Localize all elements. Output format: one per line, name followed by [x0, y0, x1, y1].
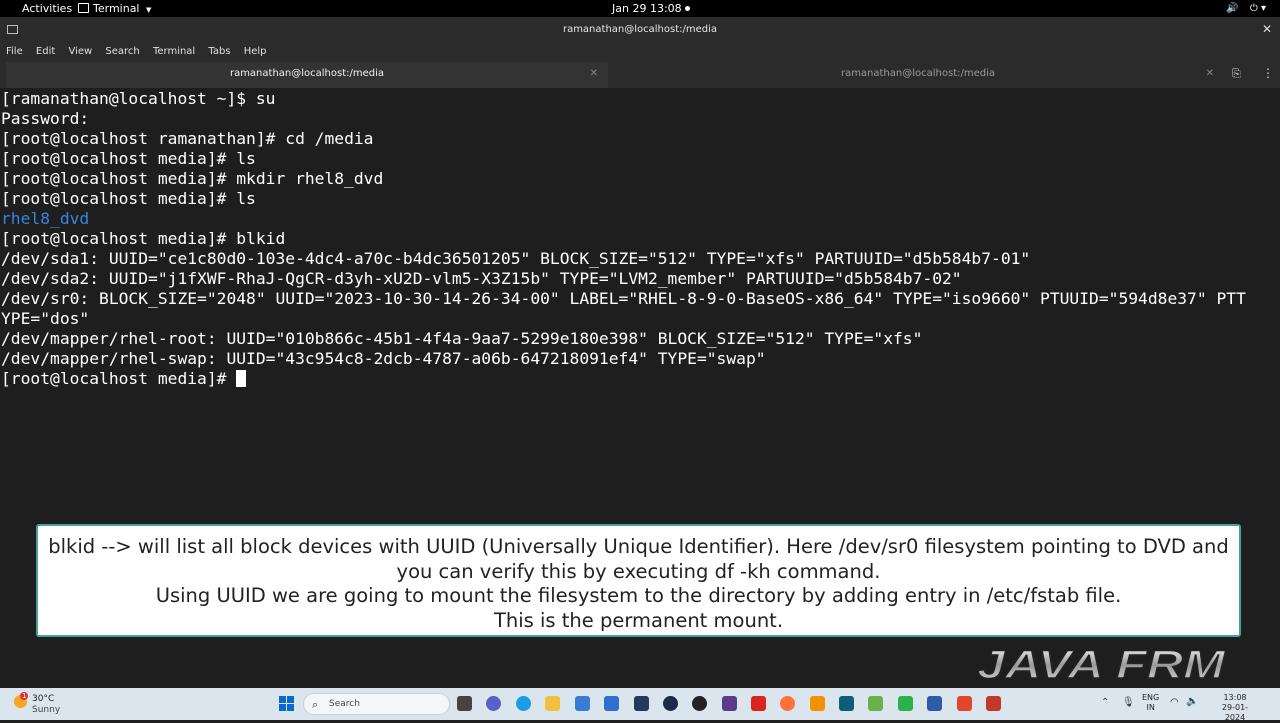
- clock-label: Jan 29 13:08: [612, 2, 682, 15]
- caption-line: you can verify this by executing df -kh …: [396, 559, 881, 583]
- notepad-plus-icon[interactable]: [868, 696, 883, 711]
- volume-icon[interactable]: 🔈: [1186, 696, 1198, 707]
- terminal-line: /dev/sda1: UUID="ce1c80d0-103e-4dc4-a70c…: [1, 249, 1031, 268]
- caption-box: blkid --> will list all block devices wi…: [36, 524, 1241, 637]
- lang-top: ENG: [1142, 693, 1160, 702]
- chevron-up-icon[interactable]: ⌃: [1101, 697, 1109, 708]
- weather-temp: 30°C: [32, 694, 55, 704]
- language-indicator[interactable]: ENG IN: [1142, 693, 1159, 713]
- chevron-down-icon: ▼: [146, 6, 152, 14]
- taskbar-search[interactable]: ⌕ Search: [303, 693, 450, 715]
- new-tab-icon[interactable]: ⎘: [1232, 67, 1248, 81]
- terminal-icon: [78, 3, 89, 13]
- search-placeholder: Search: [329, 699, 360, 709]
- windows-start-icon[interactable]: [279, 696, 295, 712]
- acrobat-icon[interactable]: [751, 696, 766, 711]
- tab-inactive[interactable]: ramanathan@localhost:/media ✕: [612, 62, 1224, 88]
- terminal-cursor: [236, 370, 247, 387]
- tab-active[interactable]: ramanathan@localhost:/media ✕: [6, 62, 608, 90]
- app-icon-teal[interactable]: [839, 696, 854, 711]
- taskbar-clock[interactable]: 13:08 29-01-2024: [1212, 693, 1258, 723]
- terminal-line: [root@localhost media]# mkdir rhel8_dvd: [1, 169, 384, 188]
- taskbar-time: 13:08: [1223, 693, 1247, 702]
- terminal-line: [root@localhost media]# ls: [1, 149, 256, 168]
- wifi-icon[interactable]: ◠: [1170, 697, 1179, 708]
- weather-desc: Sunny: [32, 705, 61, 715]
- close-icon[interactable]: ✕: [1262, 22, 1272, 36]
- app-icon-red[interactable]: [957, 696, 972, 711]
- tab-label: ramanathan@localhost:/media: [840, 68, 996, 79]
- menu-edit[interactable]: Edit: [36, 44, 55, 60]
- gnome-top-bar: Activities Terminal ▼ Jan 29 13:08 🔊 ⏻ ▾: [0, 0, 1280, 17]
- recorder-icon[interactable]: [986, 696, 1001, 711]
- terminal-prompt: [root@localhost media]#: [1, 369, 237, 388]
- terminal-prompt-line: [root@localhost media]#: [1, 369, 1279, 389]
- caption-line: This is the permanent mount.: [493, 608, 784, 632]
- watermark-text: JAVA FRM: [977, 645, 1227, 685]
- watermark-logo: JAVA FRM: [976, 645, 1227, 685]
- activities-button[interactable]: Activities: [22, 0, 72, 17]
- vlc-icon[interactable]: [810, 696, 825, 711]
- app-icon-green[interactable]: [898, 696, 913, 711]
- search-icon: ⌕: [312, 698, 319, 711]
- terminal-line: [root@localhost media]# ls: [1, 189, 256, 208]
- menu-view[interactable]: View: [68, 44, 92, 60]
- microphone-icon[interactable]: 🎙: [1122, 697, 1135, 708]
- terminal-output: [ramanathan@localhost ~]$ su Password: […: [1, 89, 1279, 389]
- terminal-line: /dev/sda2: UUID="j1fXWF-RhaJ-QgCR-d3yh-x…: [1, 269, 962, 288]
- window-header: ramanathan@localhost:/media ✕: [0, 17, 1280, 44]
- tab-bar: ramanathan@localhost:/media ✕ ramanathan…: [0, 62, 1280, 90]
- firefox-icon[interactable]: [780, 696, 795, 711]
- menu-search[interactable]: Search: [105, 44, 139, 60]
- terminal-line: [root@localhost media]# blkid: [1, 229, 286, 248]
- tab-close-icon[interactable]: ✕: [590, 62, 598, 86]
- app-menu[interactable]: Terminal ▼: [78, 0, 151, 17]
- notification-dot-icon: [684, 6, 690, 11]
- caption-line: blkid --> will list all block devices wi…: [48, 535, 1229, 558]
- terminal-line: [root@localhost ramanathan]# cd /media: [1, 129, 374, 148]
- system-tray[interactable]: 🔊 ⏻ ▾: [1218, 0, 1266, 17]
- lang-bottom: IN: [1146, 703, 1155, 712]
- mail-icon[interactable]: [604, 696, 619, 711]
- taskbar: 1 30°C Sunny ⌕ Search ⌃ 🎙 ENG IN ◠ 🔈 13:…: [0, 688, 1280, 723]
- taskbar-date: 29-01-2024: [1221, 703, 1249, 722]
- app-icon-navy[interactable]: [663, 696, 678, 711]
- terminal-line: YPE="dos": [1, 309, 90, 328]
- file-explorer-icon[interactable]: [545, 696, 560, 711]
- terminal-line: /dev/mapper/rhel-root: UUID="010b866c-45…: [1, 329, 923, 348]
- terminal-line: /dev/sr0: BLOCK_SIZE="2048" UUID="2023-1…: [1, 289, 1246, 308]
- tab-close-icon[interactable]: ✕: [1206, 62, 1214, 86]
- edge-icon[interactable]: [516, 696, 531, 711]
- terminal-line: /dev/mapper/rhel-swap: UUID="43c954c8-2d…: [1, 349, 766, 368]
- app-icon-dark[interactable]: [634, 696, 649, 711]
- menu-bar: File Edit View Search Terminal Tabs Help: [0, 44, 1280, 62]
- volume-icon[interactable]: 🔊: [1226, 3, 1238, 14]
- caption-line: Using UUID we are going to mount the fil…: [155, 584, 1122, 607]
- app-icon-black[interactable]: [692, 696, 707, 711]
- clock[interactable]: Jan 29 13:08: [612, 0, 690, 17]
- menu-file[interactable]: File: [6, 44, 23, 60]
- task-view-icon[interactable]: [457, 696, 472, 711]
- weather-badge: 1: [20, 692, 29, 700]
- window-title: ramanathan@localhost:/media: [562, 24, 718, 35]
- overflow-menu-icon[interactable]: ⋮: [1262, 66, 1274, 80]
- terminal-line: [ramanathan@localhost ~]$ su: [1, 89, 276, 108]
- power-icon[interactable]: ⏻ ▾: [1250, 3, 1266, 14]
- terminal-line: Password:: [1, 109, 90, 128]
- chat-icon[interactable]: [486, 696, 501, 711]
- app-icon-purple[interactable]: [722, 696, 737, 711]
- menu-help[interactable]: Help: [244, 44, 267, 60]
- terminal-line-directory: rhel8_dvd: [1, 209, 90, 228]
- app-menu-label: Terminal: [93, 2, 140, 15]
- menu-tabs[interactable]: Tabs: [208, 44, 230, 60]
- tab-label: ramanathan@localhost:/media: [229, 68, 385, 79]
- menu-terminal[interactable]: Terminal: [153, 44, 195, 60]
- store-icon[interactable]: [575, 696, 590, 711]
- virtualbox-icon[interactable]: [927, 696, 942, 711]
